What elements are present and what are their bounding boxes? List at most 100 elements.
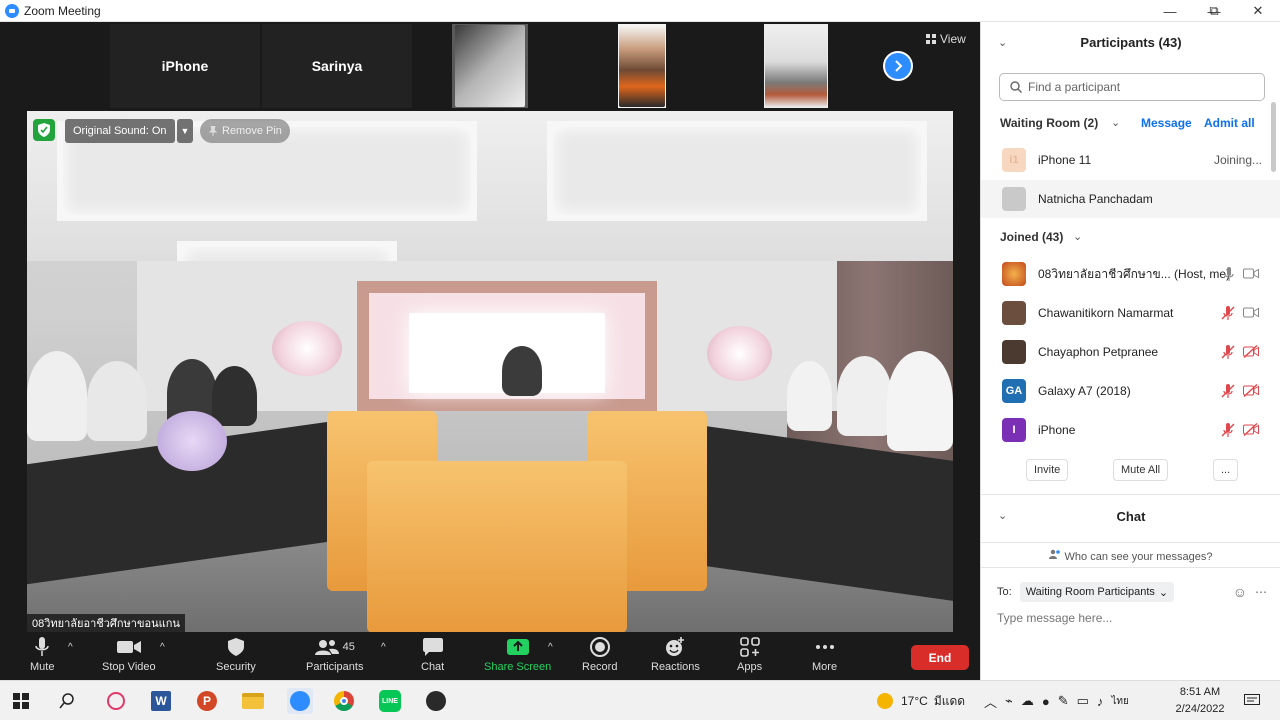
powerpoint-icon[interactable]: P — [195, 689, 219, 713]
waiting-participant-row[interactable]: i1 iPhone 11 Joining... — [981, 141, 1280, 179]
mute-label: Mute — [30, 661, 55, 673]
view-button[interactable]: View — [926, 32, 966, 46]
person — [87, 361, 147, 441]
participant-status: Joining... — [1213, 153, 1262, 167]
microphone-muted-icon[interactable] — [1221, 423, 1235, 437]
invite-button[interactable]: Invite — [1026, 459, 1069, 481]
display-icon[interactable]: ▭ — [1077, 693, 1089, 709]
zoom-app-icon — [5, 3, 19, 18]
flower-arrangement — [272, 321, 342, 376]
chevron-up-icon[interactable]: ︿ — [984, 692, 997, 711]
audio-options-caret[interactable]: ^ — [68, 642, 73, 653]
admit-all-link[interactable]: Admit all — [1204, 116, 1255, 130]
security-button[interactable]: Security — [216, 636, 256, 673]
more-options-button[interactable]: ... — [1213, 459, 1239, 481]
record-button[interactable]: Record — [582, 636, 617, 673]
clock[interactable]: 8:51 AM 2/24/2022 — [1172, 684, 1228, 718]
share-options-caret[interactable]: ^ — [548, 642, 553, 653]
original-sound-dropdown[interactable]: ▼ — [177, 119, 193, 143]
title-bar: Zoom Meeting — — [0, 0, 1280, 22]
taskbar: W P LINE 17°C มีแดด ︿ ⌁ ☁ ● ✎ ▭ ♪ ไทย 8:… — [0, 680, 1280, 720]
snipping-tool-icon[interactable] — [104, 689, 128, 713]
microphone-muted-icon[interactable] — [1221, 384, 1235, 398]
mute-all-button[interactable]: Mute All — [1113, 459, 1169, 481]
stop-video-button[interactable]: Stop Video — [102, 636, 156, 673]
volume-icon[interactable]: ♪ — [1097, 694, 1104, 709]
microphone-icon[interactable] — [1224, 267, 1234, 281]
original-sound-button[interactable]: Original Sound: On — [65, 119, 175, 143]
participant-name: Chawanitikorn Namarmat — [1038, 306, 1174, 320]
video-tile[interactable]: Sarinya — [262, 24, 412, 108]
video-off-icon[interactable] — [1243, 423, 1259, 436]
mute-button[interactable]: Mute — [30, 636, 54, 673]
onedrive-icon[interactable]: ☁ — [1021, 693, 1034, 709]
weather-widget[interactable]: 17°C มีแดด — [877, 681, 965, 720]
participant-search-input[interactable]: Find a participant — [999, 73, 1265, 101]
close-window-button[interactable]: ✕ — [1236, 0, 1280, 22]
participant-row[interactable]: Chayaphon Petpranee — [981, 333, 1280, 371]
video-camera-icon[interactable] — [1243, 307, 1259, 318]
video-options-caret[interactable]: ^ — [160, 642, 165, 653]
participant-row[interactable]: Chawanitikorn Namarmat — [981, 294, 1280, 332]
waiting-room-chevron-icon[interactable]: ⌄ — [1111, 116, 1120, 129]
who-can-see-link[interactable]: Who can see your messages? — [981, 549, 1280, 563]
microphone-icon[interactable]: ● — [1042, 694, 1050, 709]
microphone-muted-icon[interactable] — [1221, 345, 1235, 359]
participants-panel: ⌄ Participants (43) Find a participant W… — [980, 22, 1280, 680]
network-icon[interactable]: ⌁ — [1005, 693, 1013, 709]
file-explorer-icon[interactable] — [241, 689, 265, 713]
maximize-button[interactable]: ⧉ — [1192, 0, 1236, 22]
clock-time: 8:51 AM — [1179, 686, 1221, 698]
person — [787, 361, 832, 431]
more-dots-icon[interactable]: ⋯ — [1255, 585, 1267, 599]
flower-arrangement — [707, 326, 772, 381]
search-icon[interactable] — [55, 689, 79, 713]
video-tile[interactable] — [452, 24, 528, 108]
reactions-button[interactable]: Reactions — [651, 636, 700, 673]
notifications-icon[interactable] — [1240, 689, 1264, 713]
more-label: More — [812, 661, 838, 673]
encryption-shield-icon[interactable] — [33, 119, 55, 141]
tile-name: Sarinya — [311, 58, 363, 74]
joined-chevron-icon[interactable]: ⌄ — [1073, 230, 1082, 243]
minimize-button[interactable]: — — [1148, 0, 1192, 22]
language-indicator[interactable]: ไทย — [1111, 694, 1128, 709]
chat-message-input[interactable] — [997, 608, 1265, 628]
message-waiting-room-link[interactable]: Message — [1141, 116, 1192, 130]
chat-button[interactable]: Chat — [421, 636, 444, 673]
video-off-icon[interactable] — [1243, 345, 1259, 358]
apps-button[interactable]: Apps — [737, 636, 762, 673]
participants-button[interactable]: 45 Participants — [306, 636, 363, 673]
video-off-icon[interactable] — [1243, 384, 1259, 397]
video-tile[interactable] — [764, 24, 828, 108]
chevron-right-icon — [895, 60, 903, 72]
share-screen-button[interactable]: Share Screen — [484, 636, 551, 673]
participant-row[interactable]: GA Galaxy A7 (2018) — [981, 372, 1280, 410]
windows-start-icon[interactable] — [9, 689, 33, 713]
participants-options-caret[interactable]: ^ — [381, 642, 386, 653]
waiting-room-label: Waiting Room (2) — [1000, 116, 1099, 130]
participant-name: 08วิทยาลัยอาชีวศึกษาข... (Host, me) — [1038, 266, 1231, 281]
microphone-muted-icon[interactable] — [1221, 306, 1235, 320]
chrome-icon[interactable] — [332, 689, 356, 713]
participant-row[interactable]: I iPhone — [981, 411, 1280, 449]
participant-video — [455, 25, 525, 107]
end-meeting-button[interactable]: End — [911, 645, 969, 670]
video-tile[interactable]: iPhone — [110, 24, 260, 108]
emoji-icon[interactable]: ☺ — [1233, 584, 1247, 600]
word-icon[interactable]: W — [149, 689, 173, 713]
participant-row[interactable]: 08วิทยาลัยอาชีวศึกษาข... (Host, me) — [981, 255, 1280, 293]
obs-icon[interactable] — [424, 689, 448, 713]
pen-icon[interactable]: ✎ — [1058, 693, 1069, 709]
recipient-select[interactable]: Waiting Room Participants ⌄ — [1019, 582, 1175, 602]
more-button[interactable]: More — [812, 636, 837, 673]
waiting-participant-row[interactable]: Natnicha Panchadam — [981, 180, 1280, 218]
record-label: Record — [582, 661, 618, 673]
next-page-button[interactable] — [883, 51, 913, 81]
zoom-taskbar-icon[interactable] — [287, 688, 313, 714]
video-tile[interactable] — [618, 24, 666, 108]
video-camera-icon[interactable] — [1243, 268, 1259, 279]
avatar: GA — [1002, 379, 1026, 403]
line-icon[interactable]: LINE — [378, 689, 402, 713]
remove-pin-button[interactable]: Remove Pin — [200, 119, 290, 143]
